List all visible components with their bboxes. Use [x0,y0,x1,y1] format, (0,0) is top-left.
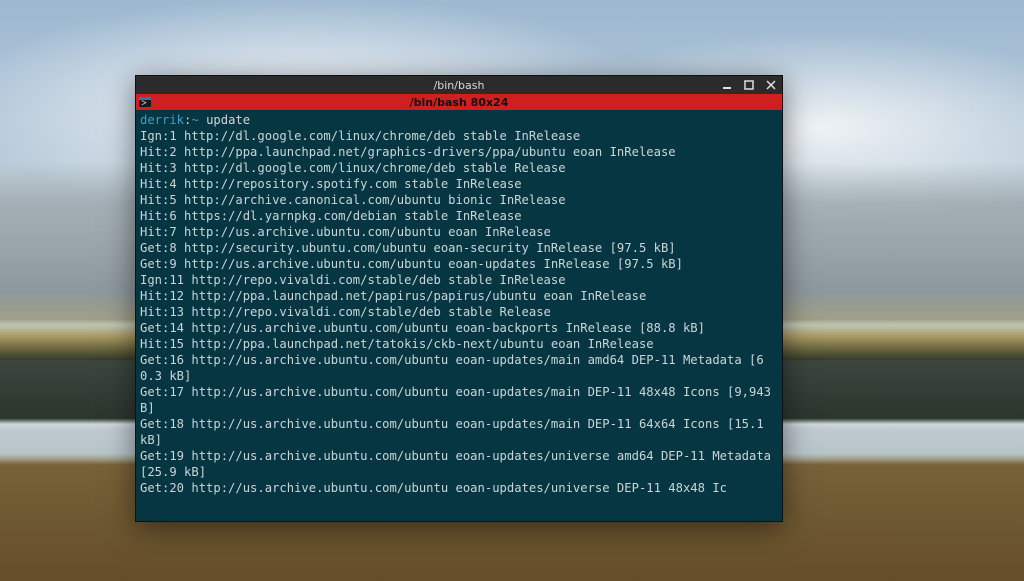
output-line: Get:16 http://us.archive.ubuntu.com/ubun… [140,353,764,383]
output-line: Hit:3 http://dl.google.com/linux/chrome/… [140,161,566,175]
prompt-user: derrik [140,113,184,127]
maximize-button[interactable] [742,78,756,92]
output-line: Hit:13 http://repo.vivaldi.com/stable/de… [140,305,551,319]
output-line: Hit:2 http://ppa.launchpad.net/graphics-… [140,145,676,159]
prompt-command: update [206,113,250,127]
output-line: Hit:4 http://repository.spotify.com stab… [140,177,522,191]
prompt-sigil [199,113,206,127]
window-title: /bin/bash [434,79,485,92]
output-line: Hit:12 http://ppa.launchpad.net/papirus/… [140,289,646,303]
window-controls [720,76,778,94]
output-line: Get:18 http://us.archive.ubuntu.com/ubun… [140,417,771,447]
output-line: Get:9 http://us.archive.ubuntu.com/ubunt… [140,257,683,271]
output-line: Get:20 http://us.archive.ubuntu.com/ubun… [140,481,727,495]
output-line: Get:19 http://us.archive.ubuntu.com/ubun… [140,449,778,479]
svg-text:＞: ＞ [141,100,147,107]
terminal-tab-title: /bin/bash 80x24 [410,96,509,109]
window-titlebar[interactable]: /bin/bash [136,76,782,94]
close-button[interactable] [764,78,778,92]
output-line: Hit:5 http://archive.canonical.com/ubunt… [140,193,566,207]
terminal-icon: ＞ [138,95,152,109]
desktop-wallpaper: /bin/bash ＞ /bin/b [0,0,1024,581]
terminal-window: /bin/bash ＞ /bin/b [135,75,783,522]
output-line: Hit:7 http://us.archive.ubuntu.com/ubunt… [140,225,551,239]
output-line: Get:8 http://security.ubuntu.com/ubuntu … [140,241,676,255]
output-line: Hit:15 http://ppa.launchpad.net/tatokis/… [140,337,654,351]
minimize-button[interactable] [720,78,734,92]
terminal-output[interactable]: derrik:~ update Ign:1 http://dl.google.c… [136,110,782,521]
prompt-path: ~ [191,113,198,127]
output-line: Get:14 http://us.archive.ubuntu.com/ubun… [140,321,705,335]
output-line: Ign:11 http://repo.vivaldi.com/stable/de… [140,273,566,287]
output-line: Get:17 http://us.archive.ubuntu.com/ubun… [140,385,778,415]
output-line: Ign:1 http://dl.google.com/linux/chrome/… [140,129,580,143]
output-line: Hit:6 https://dl.yarnpkg.com/debian stab… [140,209,522,223]
terminal-tabbar[interactable]: ＞ /bin/bash 80x24 [136,94,782,110]
